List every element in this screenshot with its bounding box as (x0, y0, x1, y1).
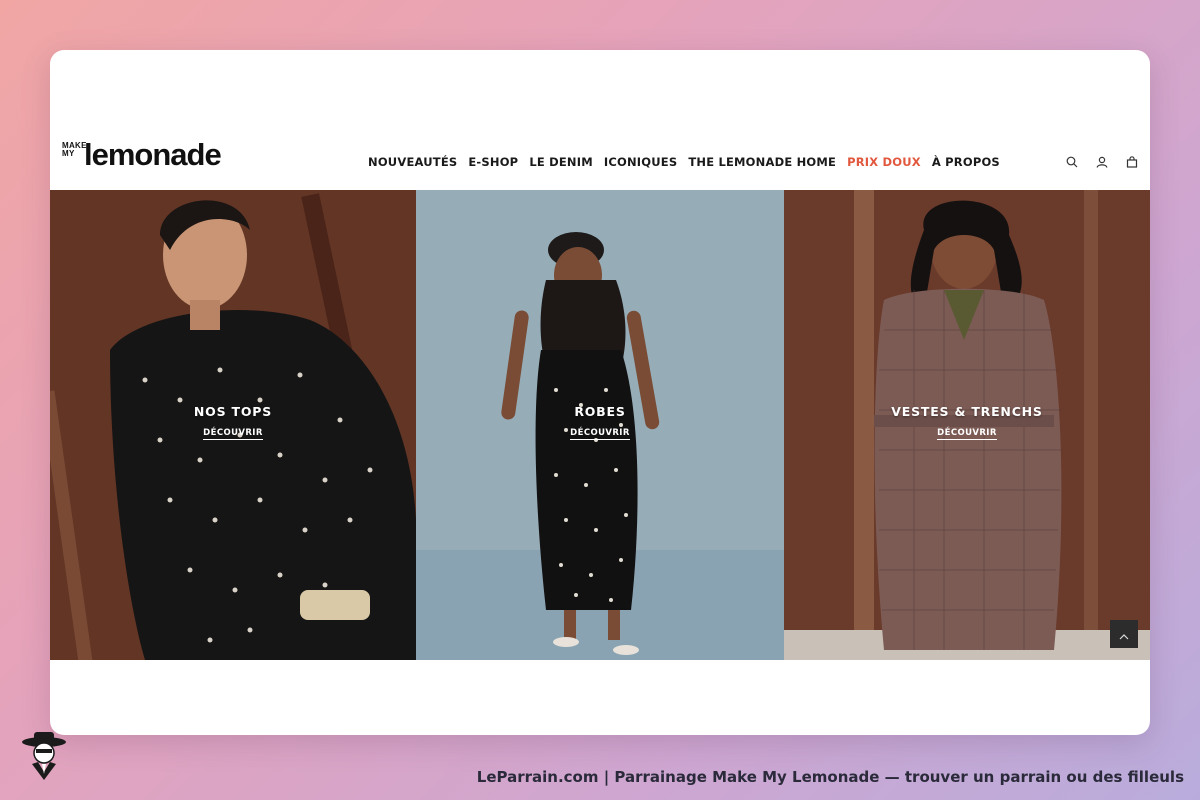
logo-wordmark: lemonade (84, 137, 222, 172)
nav-item-a-propos[interactable]: À PROPOS (932, 155, 1000, 169)
back-to-top-button[interactable] (1110, 620, 1138, 648)
footer-caption: LeParrain.com | Parrainage Make My Lemon… (476, 768, 1184, 786)
category-title-robes: ROBES (574, 404, 626, 419)
user-icon[interactable] (1094, 154, 1110, 170)
nav-item-le-denim[interactable]: LE DENIM (529, 155, 593, 169)
category-panel-robes[interactable]: ROBES DÉCOUVRIR (416, 190, 784, 660)
nav-item-iconiques[interactable]: ICONIQUES (604, 155, 677, 169)
leparrain-mascot-icon (16, 728, 72, 784)
category-panel-vestes[interactable]: VESTES & TRENCHS DÉCOUVRIR (784, 190, 1150, 660)
nav-item-e-shop[interactable]: E-SHOP (468, 155, 518, 169)
tops-caption: NOS TOPS DÉCOUVRIR (50, 404, 416, 440)
discover-link-robes[interactable]: DÉCOUVRIR (570, 428, 630, 440)
discover-link-tops[interactable]: DÉCOUVRIR (203, 428, 263, 440)
search-icon[interactable] (1064, 154, 1080, 170)
bag-icon[interactable] (1124, 154, 1140, 170)
chevron-up-icon (1119, 625, 1129, 644)
brand-logo[interactable]: MAKE MY lemonade (62, 137, 232, 180)
nav-item-prix-doux[interactable]: PRIX DOUX (847, 155, 921, 169)
category-panel-tops[interactable]: NOS TOPS DÉCOUVRIR (50, 190, 416, 660)
discover-link-vestes[interactable]: DÉCOUVRIR (937, 428, 997, 440)
category-title-tops: NOS TOPS (193, 404, 273, 419)
header-icons (1064, 134, 1140, 190)
category-title-vestes: VESTES & TRENCHS (891, 404, 1043, 419)
nav-item-lemonade-home[interactable]: THE LEMONADE HOME (688, 155, 836, 169)
robes-caption: ROBES DÉCOUVRIR (416, 404, 784, 440)
nav-item-nouveautes[interactable]: NOUVEAUTÉS (368, 155, 457, 169)
vestes-caption: VESTES & TRENCHS DÉCOUVRIR (784, 404, 1150, 440)
hero-categories: NOS TOPS DÉCOUVRIR ROBES DÉCOUVRIR VESTE… (50, 190, 1150, 660)
site-header: MAKE MY lemonade NOUVEAUTÉS E-SHOP LE DE… (50, 134, 1150, 190)
main-nav: NOUVEAUTÉS E-SHOP LE DENIM ICONIQUES THE… (368, 134, 1000, 190)
browser-card: MAKE MY lemonade NOUVEAUTÉS E-SHOP LE DE… (50, 50, 1150, 735)
